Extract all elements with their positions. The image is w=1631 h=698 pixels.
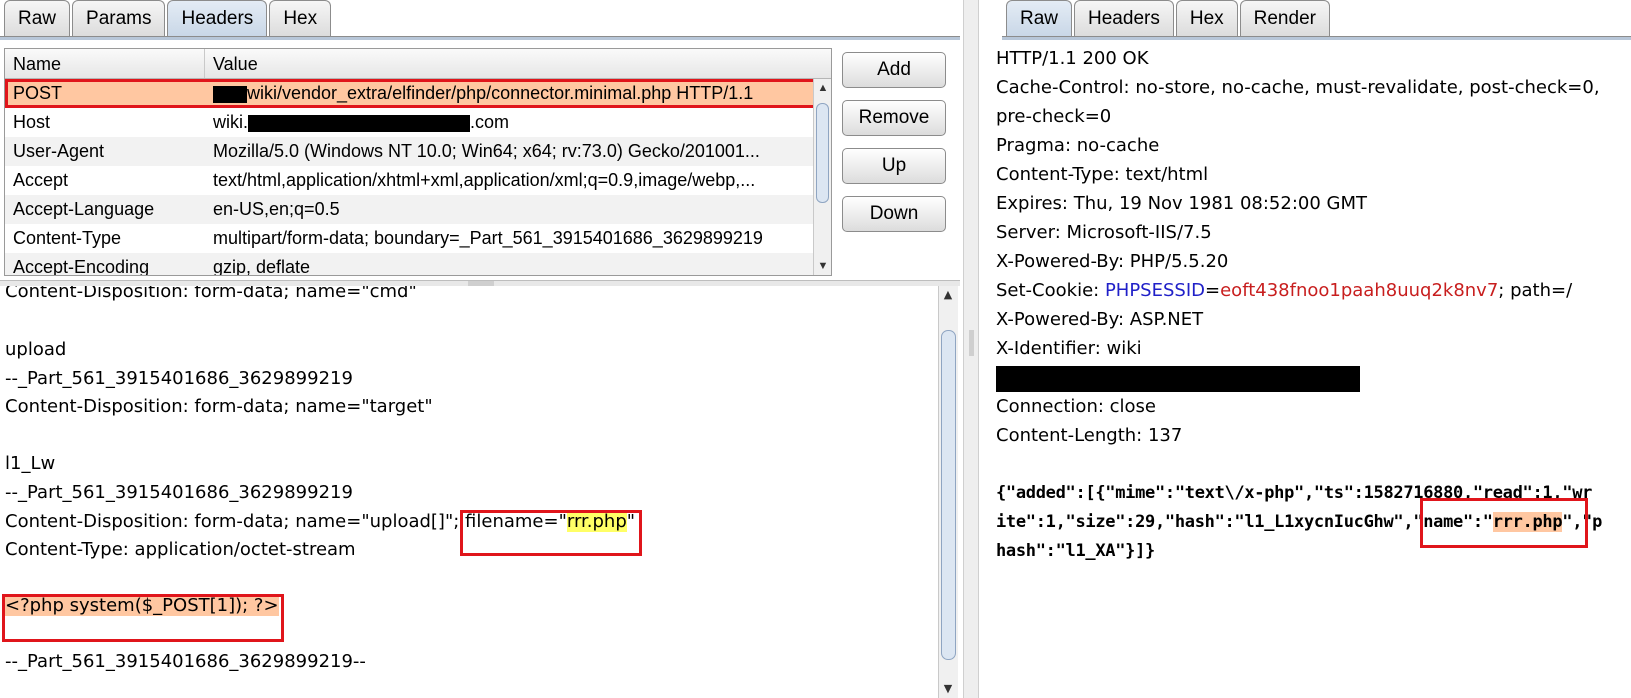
up-button[interactable]: Up: [842, 148, 946, 184]
vertical-splitter[interactable]: [963, 0, 979, 698]
response-line: Cache-Control: no-store, no-cache, must-…: [996, 77, 1600, 98]
header-name: POST: [13, 83, 63, 103]
annotation-box-payload: [2, 594, 284, 642]
body-line: Content-Disposition: form-data; name="ta…: [5, 396, 433, 417]
response-line: X-Identifier: wiki: [996, 338, 1142, 359]
header-name: Accept: [13, 170, 69, 190]
response-line: Connection: close: [996, 396, 1156, 417]
annotation-box-uploaded-name: [1420, 498, 1588, 548]
header-value: wiki. .com: [213, 112, 510, 132]
scroll-down-arrow-icon[interactable]: ▼: [939, 680, 957, 698]
tab-response-render[interactable]: Render: [1239, 0, 1330, 36]
tab-request-params[interactable]: Params: [72, 0, 166, 36]
header-value: en-US,en;q=0.5: [213, 199, 340, 219]
response-line: Pragma: no-cache: [996, 135, 1160, 156]
cookie-name: PHPSESSID: [1104, 280, 1206, 301]
response-line: Server: Microsoft-IIS/7.5: [996, 222, 1212, 243]
redaction-block: [248, 114, 470, 132]
table-row-accept-encoding[interactable]: Accept-Encoding gzip, deflate: [5, 253, 831, 276]
header-name: Accept-Language: [13, 199, 155, 219]
table-row-accept[interactable]: Accept text/html,application/xhtml+xml,a…: [5, 166, 831, 195]
body-line: Content-Type: application/octet-stream: [5, 539, 356, 560]
header-name: Host: [13, 112, 51, 132]
table-header: Name Value: [5, 49, 831, 79]
header-value: Mozilla/5.0 (Windows NT 10.0; Win64; x64…: [213, 141, 760, 161]
table-row-post[interactable]: POST wiki/vendor_extra/elfinder/php/conn…: [5, 79, 831, 108]
body-line: --_Part_561_3915401686_3629899219: [5, 482, 353, 503]
request-tab-strip: Raw Params Headers Hex: [4, 0, 333, 36]
request-headers-table: Name Value POST wiki/vendor_extra/elfind…: [4, 48, 832, 276]
tab-response-raw[interactable]: Raw: [1006, 0, 1073, 36]
table-row-user-agent[interactable]: User-Agent Mozilla/5.0 (Windows NT 10.0;…: [5, 137, 831, 166]
request-tab-divider: [0, 36, 960, 40]
response-json-line: hash":"l1_XA"}]}: [996, 541, 1155, 561]
table-row-content-type[interactable]: Content-Type multipart/form-data; bounda…: [5, 224, 831, 253]
header-name: Content-Type: [13, 228, 122, 248]
scroll-up-arrow-icon[interactable]: ▲: [939, 286, 957, 304]
down-button[interactable]: Down: [842, 196, 946, 232]
annotation-box-filename: [460, 510, 642, 556]
response-line: X-Powered-By: PHP/5.5.20: [996, 251, 1229, 272]
body-line: l1_Lw: [5, 453, 56, 474]
table-row-host[interactable]: Host wiki. .com: [5, 108, 831, 137]
response-line: Content-Type: text/html: [996, 164, 1209, 185]
scrollbar-thumb[interactable]: [816, 103, 829, 203]
response-tab-strip: Raw Headers Hex Render: [1006, 0, 1332, 36]
header-value: text/html,application/xhtml+xml,applicat…: [213, 170, 756, 190]
table-scrollbar[interactable]: ▲ ▼: [813, 79, 831, 275]
splitter-grip[interactable]: [969, 330, 974, 356]
column-header-name[interactable]: Name: [5, 49, 205, 78]
redaction-block: [213, 85, 247, 103]
response-line: HTTP/1.1 200 OK: [996, 48, 1149, 69]
body-line: Content-Disposition: form-data; name="cm…: [5, 286, 417, 302]
scroll-up-arrow-icon[interactable]: ▲: [814, 79, 831, 97]
body-scrollbar[interactable]: ▲ ▼: [938, 286, 958, 698]
tab-response-headers[interactable]: Headers: [1074, 0, 1174, 36]
header-name: Accept-Encoding: [13, 257, 150, 276]
scroll-down-arrow-icon[interactable]: ▼: [814, 257, 831, 275]
body-line: --_Part_561_3915401686_3629899219: [5, 368, 353, 389]
response-raw-view[interactable]: HTTP/1.1 200 OK Cache-Control: no-store,…: [996, 44, 1626, 694]
add-button[interactable]: Add: [842, 52, 946, 88]
header-value: gzip, deflate: [213, 257, 311, 276]
scrollbar-thumb[interactable]: [941, 330, 956, 660]
response-line: Expires: Thu, 19 Nov 1981 08:52:00 GMT: [996, 193, 1367, 214]
cookie-value: eoft438fnoo1paah8uuq2k8nv7: [1220, 280, 1499, 301]
tab-request-hex[interactable]: Hex: [269, 0, 332, 36]
redaction-block: [996, 366, 1360, 392]
response-line: pre-check=0: [996, 106, 1112, 127]
header-value: wiki/vendor_extra/elfinder/php/connector…: [205, 83, 831, 104]
header-name: User-Agent: [13, 141, 105, 161]
body-line: --_Part_561_3915401686_3629899219--: [5, 651, 366, 672]
tab-response-hex[interactable]: Hex: [1175, 0, 1238, 36]
remove-button[interactable]: Remove: [842, 100, 946, 136]
body-line: upload: [5, 339, 67, 360]
column-header-value[interactable]: Value: [205, 49, 831, 78]
table-row-accept-language[interactable]: Accept-Language en-US,en;q=0.5: [5, 195, 831, 224]
tab-request-raw[interactable]: Raw: [4, 0, 71, 36]
response-line: Content-Length: 137: [996, 425, 1183, 446]
tab-request-headers[interactable]: Headers: [167, 0, 268, 36]
header-value: multipart/form-data; boundary=_Part_561_…: [213, 228, 763, 248]
response-tab-divider: [1002, 36, 1631, 40]
response-line: Set-Cookie: PHPSESSID=eoft438fnoo1paah8u…: [996, 280, 1573, 301]
response-line: X-Powered-By: ASP.NET: [996, 309, 1204, 330]
